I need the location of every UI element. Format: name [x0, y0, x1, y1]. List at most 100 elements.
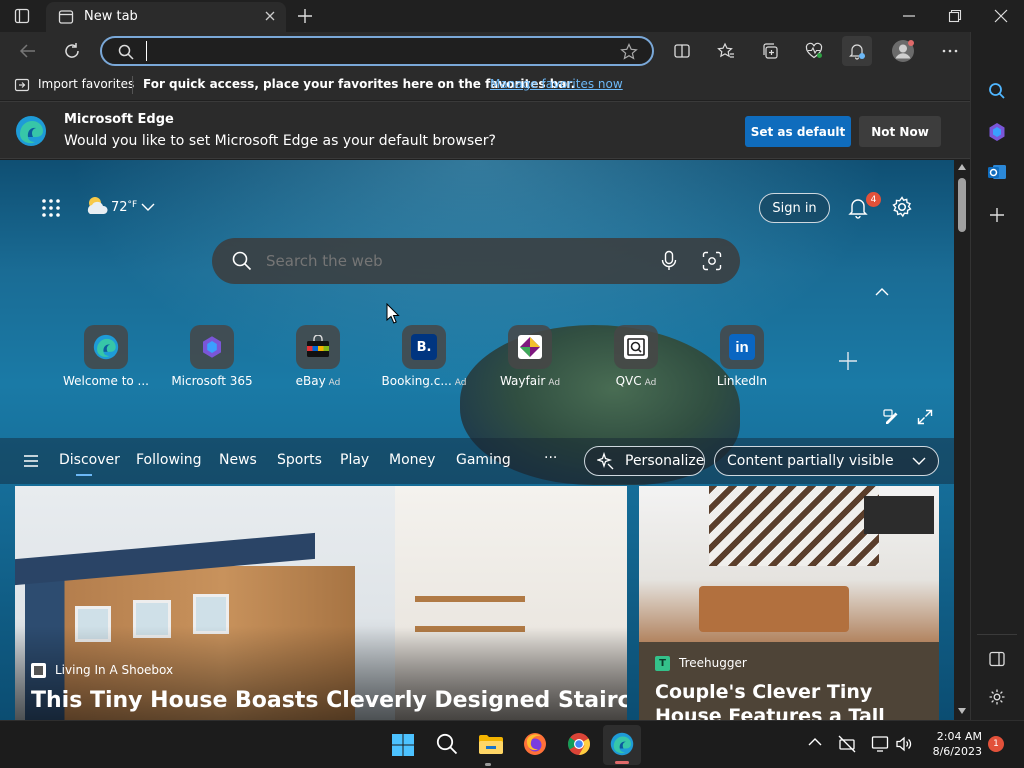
- scrollbar-thumb[interactable]: [958, 178, 966, 232]
- restore-icon[interactable]: [948, 9, 962, 23]
- chrome-icon[interactable]: [567, 732, 591, 756]
- tab-actions-icon[interactable]: [14, 8, 30, 24]
- feed-tab-discover[interactable]: Discover: [59, 452, 120, 468]
- shelf: [415, 596, 525, 602]
- apps-launcher-icon[interactable]: [41, 198, 61, 218]
- import-favorites-button[interactable]: Import favorites: [38, 77, 134, 91]
- news-card-tiny-house[interactable]: Living In A Shoebox This Tiny House Boas…: [15, 486, 627, 720]
- close-tab-icon[interactable]: [264, 10, 276, 22]
- close-window-icon[interactable]: [994, 9, 1008, 23]
- weather-widget[interactable]: 72°F: [111, 200, 137, 215]
- scroll-down-arrow-icon[interactable]: [958, 708, 966, 714]
- notification-center-badge[interactable]: 1: [988, 736, 1004, 752]
- browser-essentials-icon[interactable]: [799, 36, 829, 66]
- active-tab[interactable]: New tab: [46, 2, 286, 32]
- booking-b-icon: B.: [411, 334, 437, 360]
- quick-link-ebay[interactable]: eBay Ad: [268, 325, 368, 388]
- chevron-down-icon: [912, 456, 926, 466]
- sign-in-button[interactable]: Sign in: [759, 193, 830, 223]
- edge-taskbar-button[interactable]: [603, 725, 641, 765]
- quick-link-qvc[interactable]: QVC Ad: [586, 325, 686, 388]
- toolbar: [0, 32, 1024, 70]
- feed-tab-following[interactable]: Following: [136, 452, 202, 468]
- content-visibility-dropdown[interactable]: Content partially visible: [714, 446, 939, 476]
- weather-chevron-down-icon[interactable]: [141, 202, 155, 212]
- microsoft365-logo-icon: [190, 325, 234, 369]
- edge-logo-icon: [15, 115, 47, 147]
- settings-and-more-icon[interactable]: [935, 36, 965, 66]
- show-hidden-icons-chevron-up-icon[interactable]: [808, 737, 822, 747]
- add-quick-link-icon[interactable]: [838, 351, 858, 371]
- favorite-star-icon[interactable]: [620, 43, 638, 61]
- personalize-sparkle-icon: [597, 452, 615, 470]
- quick-link-welcome[interactable]: Welcome to ...: [56, 325, 156, 388]
- network-display-icon[interactable]: [871, 735, 891, 753]
- quick-link-microsoft365[interactable]: Microsoft 365: [162, 325, 262, 388]
- windows-start-icon[interactable]: [391, 733, 415, 757]
- ebay-shopping-bag-icon: [296, 325, 340, 369]
- sidebar-outlook-icon[interactable]: [987, 162, 1007, 182]
- window-frame: [864, 496, 934, 534]
- no-network-icon[interactable]: [838, 735, 858, 753]
- clock[interactable]: 2:04 AM 8/6/2023: [922, 729, 982, 759]
- feed-tab-money[interactable]: Money: [389, 452, 435, 468]
- quick-link-linkedin[interactable]: in LinkedIn: [692, 325, 792, 388]
- scroll-up-arrow-icon[interactable]: [958, 164, 966, 170]
- news-card-tall-shower[interactable]: T Treehugger Couple's Clever Tiny House …: [639, 486, 939, 720]
- feed-tab-gaming[interactable]: Gaming: [456, 452, 511, 468]
- web-search-input[interactable]: [266, 250, 626, 272]
- quick-link-label: Microsoft 365: [171, 374, 253, 388]
- feed-tab-play[interactable]: Play: [340, 452, 369, 468]
- clock-date: 8/6/2023: [932, 745, 982, 758]
- quick-link-booking[interactable]: B. Booking.c... Ad: [374, 325, 474, 388]
- sidebar-add-icon[interactable]: [989, 207, 1005, 223]
- customize-brush-icon[interactable]: [883, 409, 899, 425]
- feed-tab-news[interactable]: News: [219, 452, 257, 468]
- refresh-button[interactable]: [57, 36, 87, 66]
- back-button[interactable]: [13, 36, 43, 66]
- taskbar-search-icon[interactable]: [436, 733, 458, 755]
- running-indicator: [485, 763, 491, 766]
- firefox-icon[interactable]: [523, 732, 547, 756]
- manage-favorites-link[interactable]: Manage favorites now: [490, 77, 623, 91]
- collections-icon[interactable]: [755, 36, 785, 66]
- personalize-label: Personalize: [625, 453, 705, 469]
- card-title[interactable]: This Tiny House Boasts Cleverly Designed…: [31, 688, 627, 713]
- web-search-box[interactable]: [212, 238, 740, 284]
- new-tab-button[interactable]: [296, 7, 314, 25]
- favorites-icon[interactable]: [711, 36, 741, 66]
- sidebar-settings-icon[interactable]: [988, 688, 1006, 706]
- sidebar-search-icon[interactable]: [988, 82, 1006, 100]
- visual-search-icon[interactable]: [702, 251, 722, 271]
- split-screen-icon[interactable]: [667, 36, 697, 66]
- address-bar[interactable]: [100, 36, 654, 66]
- notification-bell-icon[interactable]: [848, 197, 868, 219]
- profile-avatar[interactable]: [888, 36, 918, 66]
- booking-logo-icon: B.: [402, 325, 446, 369]
- hamburger-menu-icon[interactable]: [23, 454, 39, 468]
- default-browser-infobar: Microsoft Edge Would you like to set Mic…: [0, 101, 970, 159]
- minimize-icon[interactable]: [902, 9, 916, 23]
- notifications-toolbar-icon[interactable]: [842, 36, 872, 66]
- weather-unit: °F: [127, 200, 138, 210]
- quick-link-wayfair[interactable]: Wayfair Ad: [480, 325, 580, 388]
- not-now-button[interactable]: Not Now: [859, 116, 941, 147]
- personalize-button[interactable]: Personalize: [584, 446, 705, 476]
- weather-partly-cloudy-icon: [84, 194, 110, 218]
- page-scrollbar[interactable]: [954, 160, 970, 720]
- set-as-default-button[interactable]: Set as default: [745, 116, 851, 147]
- card-title[interactable]: Couple's Clever Tiny House Features a Ta…: [655, 680, 931, 720]
- file-explorer-icon[interactable]: [478, 733, 504, 755]
- feed-more-button[interactable]: ···: [544, 450, 557, 466]
- linkedin-logo-icon: in: [720, 325, 764, 369]
- collapse-chevron-up-icon[interactable]: [875, 287, 889, 297]
- volume-speaker-icon[interactable]: [895, 735, 913, 753]
- hide-sidebar-icon[interactable]: [988, 650, 1006, 668]
- feed-tab-sports[interactable]: Sports: [277, 452, 322, 468]
- new-tab-page: 72°F Sign in 4 Welcome to ...: [0, 160, 954, 720]
- page-settings-gear-icon[interactable]: [891, 196, 913, 218]
- sidebar-microsoft365-icon[interactable]: [987, 122, 1007, 142]
- expand-fullscreen-icon[interactable]: [917, 409, 933, 425]
- voice-search-microphone-icon[interactable]: [660, 250, 678, 272]
- address-input[interactable]: [146, 41, 606, 61]
